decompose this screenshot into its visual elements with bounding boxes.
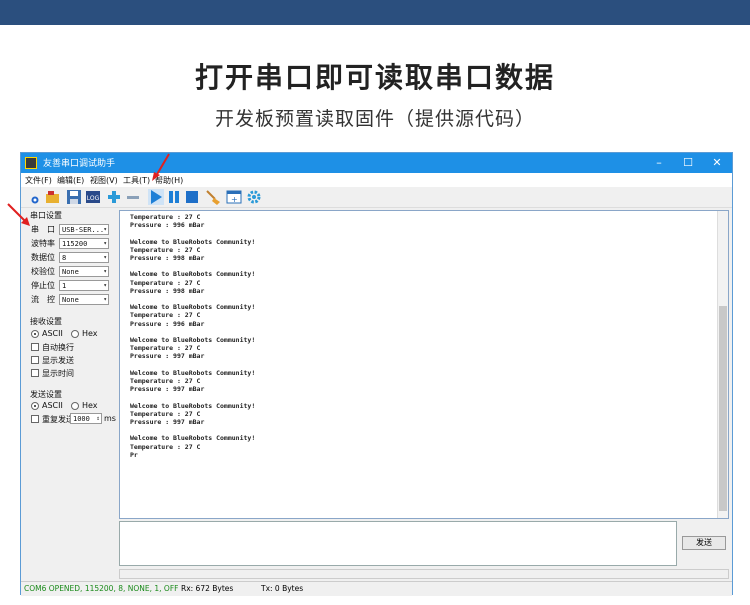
top-banner-bar: [0, 0, 750, 25]
databits-value: 8: [62, 254, 67, 262]
baud-label: 波特率: [31, 239, 55, 248]
minus-icon[interactable]: [126, 189, 140, 205]
subheadline: 开发板预置读取固件（提供源代码）: [214, 108, 535, 130]
port-value: USB-SER...: [62, 226, 105, 234]
stopbits-select[interactable]: 1 ▾: [59, 280, 109, 291]
recv-hex-radio[interactable]: [71, 330, 79, 338]
maximize-button[interactable]: ☐: [675, 154, 701, 172]
menu-edit[interactable]: 编辑(E): [57, 175, 84, 186]
open-icon[interactable]: [45, 189, 61, 205]
recv-hex-label: Hex: [82, 329, 98, 338]
headline: 打开串口即可读取串口数据: [194, 61, 555, 94]
arrow-to-port-select: [7, 203, 30, 226]
menu-bar: 文件(F) 编辑(E) 视图(V) 工具(T) 帮助(H): [21, 173, 732, 187]
serial-settings-title: 串口设置: [30, 211, 62, 220]
send-hex-label: Hex: [82, 401, 98, 410]
show-time-label: 显示时间: [42, 369, 74, 378]
chevron-down-icon: ▾: [103, 268, 107, 275]
show-send-label: 显示发送: [42, 356, 74, 365]
stopbits-value: 1: [62, 282, 67, 290]
chevron-down-icon: ▾: [103, 282, 107, 289]
pause-icon[interactable]: [167, 189, 181, 205]
interval-stepper[interactable]: 1000 ⇕: [70, 413, 102, 424]
rx-count: Rx: 672 Bytes: [181, 584, 234, 593]
receive-area[interactable]: Temperature : 27 C Pressure : 996 mBar W…: [119, 210, 729, 519]
interval-unit: ms: [104, 414, 116, 423]
window-title: 友善串口调试助手: [43, 159, 116, 169]
stop-icon[interactable]: [185, 189, 199, 205]
port-label: 串 口: [31, 225, 55, 234]
settings-icon[interactable]: [246, 189, 262, 205]
send-ascii-label: ASCII: [42, 401, 63, 410]
save-icon[interactable]: [66, 189, 82, 205]
flow-value: None: [62, 296, 79, 304]
receive-vertical-scrollbar[interactable]: [717, 211, 728, 518]
repeat-send-checkbox[interactable]: [31, 415, 39, 423]
plus-icon[interactable]: [107, 189, 121, 205]
arrow-to-play-icon: [152, 153, 170, 181]
menu-view[interactable]: 视图(V): [90, 175, 118, 186]
send-hex-radio[interactable]: [71, 402, 79, 410]
flow-label: 流 控: [31, 295, 55, 304]
chevron-down-icon: ▾: [103, 296, 107, 303]
status-bar: COM6 OPENED, 115200, 8, NONE, 1, OFF Rx:…: [21, 581, 732, 596]
databits-label: 数据位: [31, 253, 55, 262]
chevron-down-icon: ▾: [103, 226, 107, 233]
toolbar: LOG +: [21, 187, 732, 208]
send-settings-title: 发送设置: [30, 390, 62, 399]
parity-value: None: [62, 268, 79, 276]
flow-select[interactable]: None ▾: [59, 294, 109, 305]
port-select[interactable]: USB-SER... ▾: [59, 224, 109, 235]
interval-value: 1000: [73, 415, 90, 423]
minimize-button[interactable]: –: [646, 154, 672, 172]
log-icon[interactable]: LOG: [85, 189, 101, 205]
repeat-send-label: 重复发送: [42, 415, 70, 424]
close-button[interactable]: ✕: [704, 154, 730, 172]
baud-select[interactable]: 115200 ▾: [59, 238, 109, 249]
databits-select[interactable]: 8 ▾: [59, 252, 109, 263]
play-icon[interactable]: [148, 189, 164, 205]
svg-text:+: +: [231, 195, 238, 204]
parity-label: 校验位: [31, 267, 55, 276]
clear-icon[interactable]: [204, 189, 222, 205]
send-ascii-radio[interactable]: [31, 402, 39, 410]
send-horizontal-scrollbar[interactable]: [119, 569, 729, 579]
svg-text:LOG: LOG: [87, 195, 100, 202]
serial-assistant-window: 友善串口调试助手 – ☐ ✕ 文件(F) 编辑(E) 视图(V) 工具(T) 帮…: [20, 152, 733, 596]
receive-text: Temperature : 27 C Pressure : 996 mBar W…: [130, 213, 256, 459]
title-bar: 友善串口调试助手 – ☐ ✕: [21, 153, 732, 173]
recv-ascii-label: ASCII: [42, 329, 63, 338]
parity-select[interactable]: None ▾: [59, 266, 109, 277]
send-input[interactable]: [119, 521, 677, 566]
chevron-down-icon: ▾: [103, 240, 107, 247]
auto-wrap-label: 自动换行: [42, 343, 74, 352]
show-send-checkbox[interactable]: [31, 356, 39, 364]
stepper-arrows-icon: ⇕: [96, 415, 100, 422]
send-button[interactable]: 发送: [682, 536, 726, 550]
stopbits-label: 停止位: [31, 281, 55, 290]
scrollbar-thumb[interactable]: [719, 306, 727, 511]
port-status: COM6 OPENED, 115200, 8, NONE, 1, OFF: [24, 584, 179, 593]
add-window-icon[interactable]: +: [226, 189, 242, 205]
show-time-checkbox[interactable]: [31, 369, 39, 377]
settings-panel: 串口设置 串 口 USB-SER... ▾ 波特率 115200 ▾ 数据位 8 ▾ …: [21, 208, 117, 576]
app-icon: [25, 157, 37, 169]
tx-count: Tx: 0 Bytes: [261, 584, 304, 593]
chevron-down-icon: ▾: [103, 254, 107, 261]
menu-file[interactable]: 文件(F): [25, 175, 52, 186]
recv-ascii-radio[interactable]: [31, 330, 39, 338]
baud-value: 115200: [62, 240, 88, 248]
recv-settings-title: 接收设置: [30, 317, 62, 326]
auto-wrap-checkbox[interactable]: [31, 343, 39, 351]
menu-tools[interactable]: 工具(T): [123, 175, 150, 186]
